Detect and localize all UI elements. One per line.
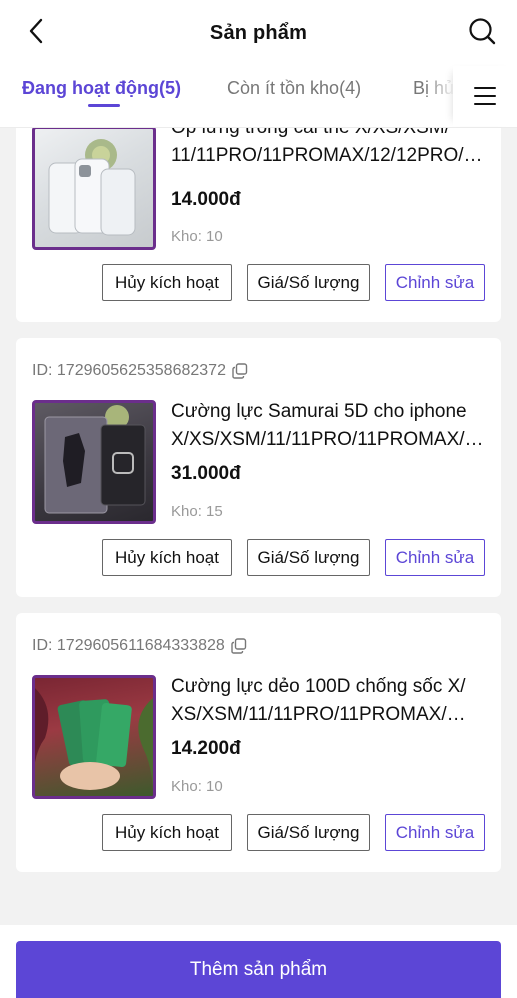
copy-icon[interactable] — [231, 638, 247, 654]
search-icon[interactable] — [467, 16, 497, 46]
product-thumbnail[interactable] — [32, 675, 156, 799]
price-quantity-button[interactable]: Giá/Số lượng — [247, 539, 370, 576]
product-name[interactable]: Ốp lưng trong cài thẻ X/XS/XSM/ 11/11PRO… — [171, 128, 483, 170]
tab-active[interactable]: Đang hoạt động(5) — [22, 78, 181, 99]
page-title: Sản phẩm — [209, 21, 308, 44]
product-card: Ốp lưng trong cài thẻ X/XS/XSM/ 11/11PRO… — [16, 128, 501, 322]
product-card: ID: 1729605611684333828 Cường lực dẻo 10… — [16, 613, 501, 872]
product-card: ID: 1729605625358682372 Cường lực Samura… — [16, 338, 501, 597]
back-arrow-icon[interactable] — [22, 16, 52, 46]
product-stock: Kho: 10 — [171, 778, 223, 795]
product-list: Ốp lưng trong cài thẻ X/XS/XSM/ 11/11PRO… — [0, 128, 517, 925]
product-stock: Kho: 15 — [171, 503, 223, 520]
price-quantity-button[interactable]: Giá/Số lượng — [247, 264, 370, 301]
deactivate-button[interactable]: Hủy kích hoạt — [102, 264, 232, 301]
product-id: ID: 1729605611684333828 — [32, 637, 247, 655]
product-price: 31.000đ — [171, 463, 241, 484]
tab-menu-button[interactable] — [453, 66, 517, 126]
edit-button[interactable]: Chỉnh sửa — [385, 814, 485, 851]
price-quantity-button[interactable]: Giá/Số lượng — [247, 814, 370, 851]
add-product-button[interactable]: Thêm sản phẩm — [16, 941, 501, 998]
edit-button[interactable]: Chỉnh sửa — [385, 539, 485, 576]
deactivate-button[interactable]: Hủy kích hoạt — [102, 539, 232, 576]
menu-icon — [474, 87, 496, 105]
footer-bar: Thêm sản phẩm — [0, 925, 517, 998]
deactivate-button[interactable]: Hủy kích hoạt — [102, 814, 232, 851]
edit-button[interactable]: Chỉnh sửa — [385, 264, 485, 301]
top-bar: Sản phẩm — [0, 0, 517, 66]
product-thumbnail[interactable] — [32, 128, 156, 250]
tab-fade — [425, 66, 455, 126]
copy-icon[interactable] — [232, 363, 248, 379]
product-name[interactable]: Cường lực Samurai 5D cho iphone X/XS/XSM… — [171, 398, 484, 454]
product-id: ID: 1729605625358682372 — [32, 362, 248, 380]
tab-low-stock[interactable]: Còn ít tồn kho(4) — [227, 78, 361, 99]
product-stock: Kho: 10 — [171, 228, 223, 245]
product-price: 14.000đ — [171, 189, 241, 210]
active-tab-indicator — [88, 104, 120, 107]
product-name[interactable]: Cường lực dẻo 100D chống sốc X/ XS/XSM/1… — [171, 673, 481, 729]
product-thumbnail[interactable] — [32, 400, 156, 524]
product-price: 14.200đ — [171, 738, 241, 759]
